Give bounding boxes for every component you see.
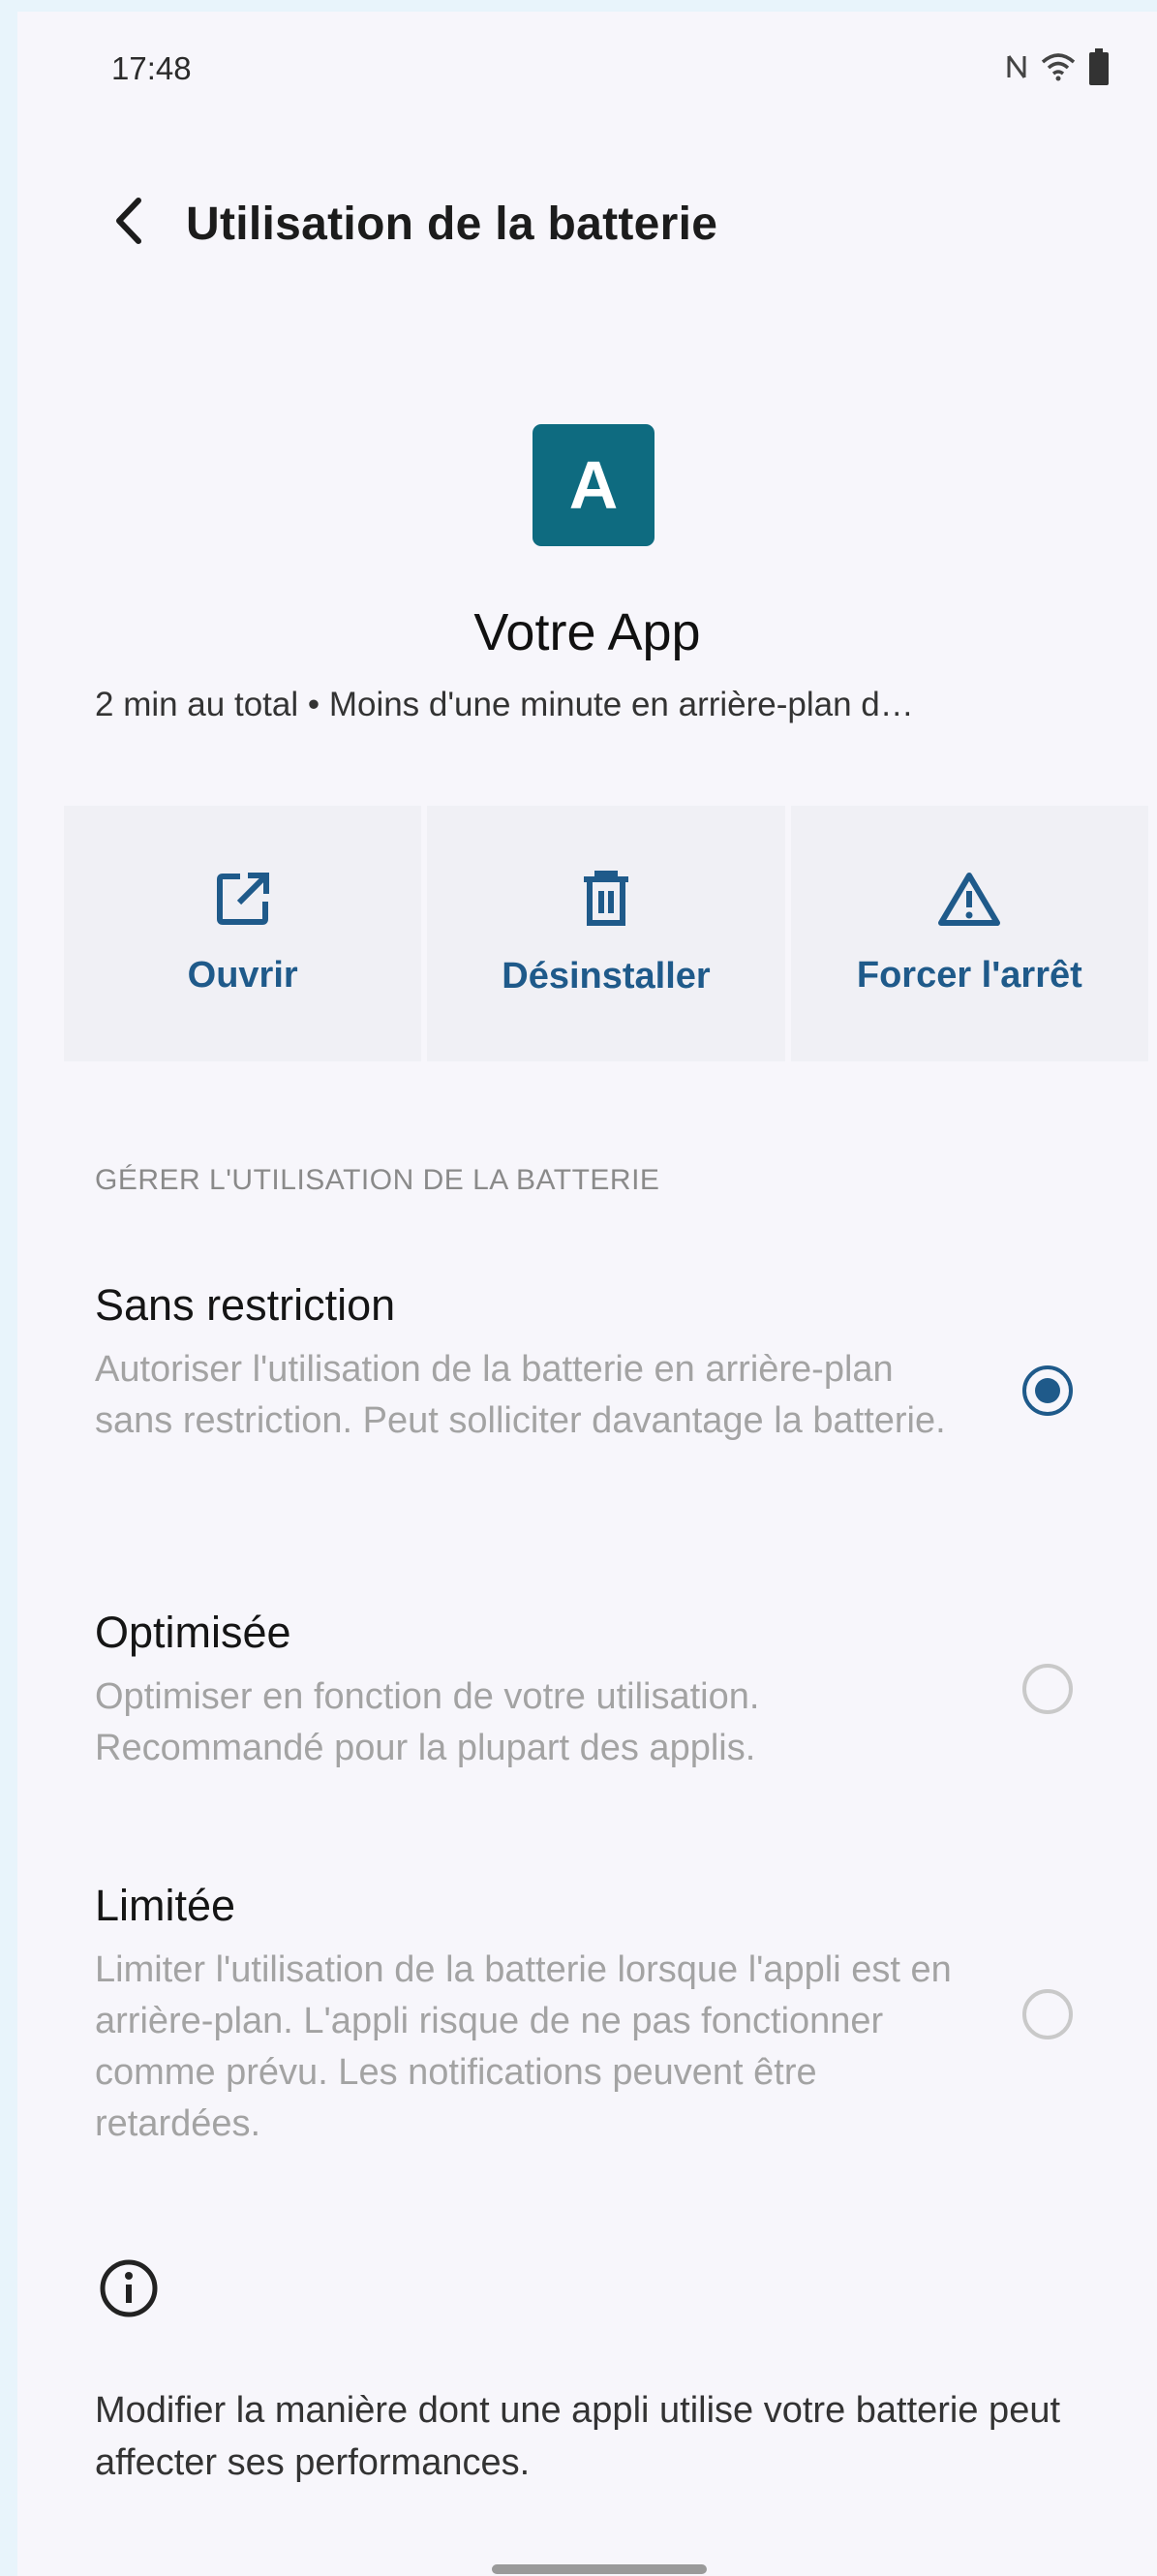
top-app-bar: Utilisation de la batterie bbox=[17, 167, 1157, 283]
radio-optimized[interactable] bbox=[1022, 1664, 1073, 1714]
navigation-handle[interactable] bbox=[492, 2564, 707, 2574]
footer-note: Modifier la manière dont une appli utili… bbox=[95, 2390, 1061, 2483]
uninstall-button-label: Désinstaller bbox=[502, 956, 711, 997]
section-header: GÉRER L'UTILISATION DE LA BATTERIE bbox=[95, 1164, 660, 1196]
action-buttons: Ouvrir Désinstaller Forcer l'arrêt bbox=[64, 806, 1148, 1061]
warning-icon bbox=[937, 871, 1001, 932]
option-optimized[interactable]: Optimisée Optimiser en fonction de votre… bbox=[95, 1608, 1102, 1774]
app-icon-letter: A bbox=[568, 447, 619, 523]
app-usage-summary: 2 min au total • Moins d'une minute en a… bbox=[95, 686, 914, 723]
option-title: Optimisée bbox=[95, 1608, 291, 1657]
option-restricted[interactable]: Limitée Limiter l'utilisation de la batt… bbox=[95, 1881, 1102, 2150]
option-unrestricted[interactable]: Sans restriction Autoriser l'utilisation… bbox=[95, 1280, 1102, 1447]
force-stop-button-label: Forcer l'arrêt bbox=[856, 955, 1082, 996]
option-title: Limitée bbox=[95, 1881, 236, 1930]
status-icons bbox=[1006, 48, 1109, 90]
open-button[interactable]: Ouvrir bbox=[64, 806, 422, 1061]
open-external-icon bbox=[215, 871, 271, 932]
nfc-icon bbox=[1006, 52, 1027, 86]
status-time: 17:48 bbox=[111, 50, 192, 86]
info-icon bbox=[99, 2258, 159, 2323]
option-description: Autoriser l'utilisation de la batterie e… bbox=[95, 1349, 946, 1441]
option-title: Sans restriction bbox=[95, 1280, 396, 1330]
option-description: Limiter l'utilisation de la batterie lor… bbox=[95, 1949, 952, 2144]
option-description: Optimiser en fonction de votre utilisati… bbox=[95, 1676, 760, 1768]
wifi-icon bbox=[1041, 52, 1076, 86]
app-icon: A bbox=[533, 424, 655, 546]
back-button[interactable] bbox=[100, 194, 158, 252]
battery-icon bbox=[1089, 48, 1109, 90]
radio-unrestricted[interactable] bbox=[1022, 1365, 1073, 1416]
chevron-left-icon bbox=[109, 197, 148, 250]
uninstall-button[interactable]: Désinstaller bbox=[427, 806, 785, 1061]
app-name: Votre App bbox=[473, 603, 701, 661]
battery-usage-screen: 17:48 Utilisation de la batterie A Votre… bbox=[17, 12, 1157, 2576]
trash-icon bbox=[580, 870, 632, 933]
page-title: Utilisation de la batterie bbox=[186, 199, 718, 250]
force-stop-button[interactable]: Forcer l'arrêt bbox=[790, 806, 1148, 1061]
open-button-label: Ouvrir bbox=[187, 955, 298, 996]
radio-restricted[interactable] bbox=[1022, 1989, 1073, 2039]
status-bar: 17:48 bbox=[17, 12, 1157, 108]
